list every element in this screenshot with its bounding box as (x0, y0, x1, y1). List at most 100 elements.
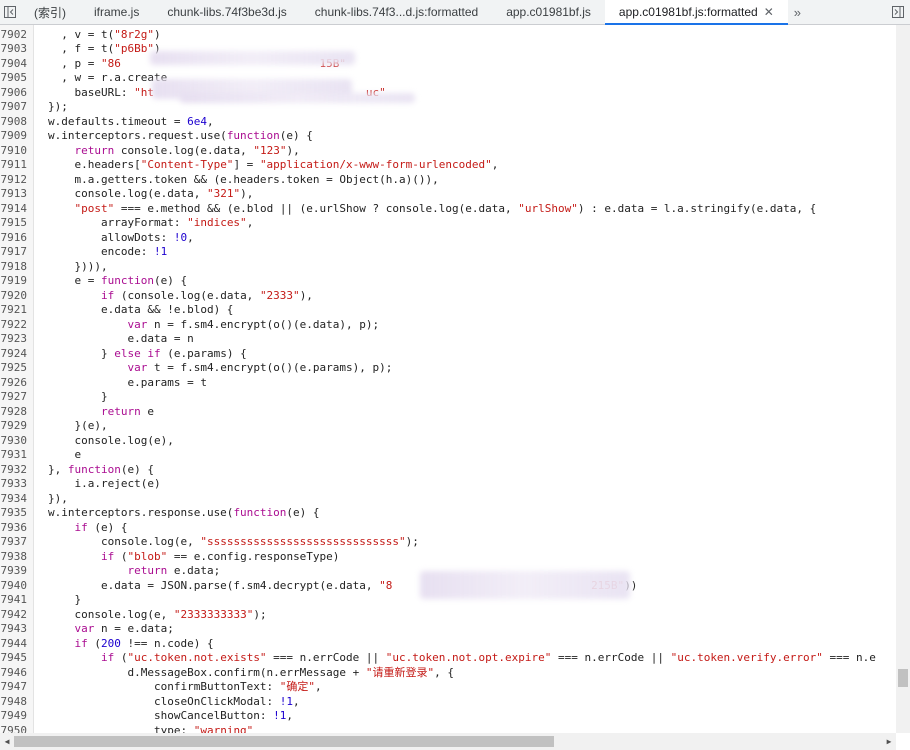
line-number[interactable]: 7945 (0, 651, 28, 666)
code-line[interactable]: 7946 d.MessageBox.confirm(n.errMessage +… (0, 666, 896, 681)
close-icon[interactable]: ✕ (764, 5, 774, 19)
code-line[interactable]: 7935 w.interceptors.response.use(function… (0, 506, 896, 521)
code-line[interactable]: 7931 e (0, 448, 896, 463)
code-line[interactable]: 7904 , p = "86 15B" (0, 57, 896, 72)
line-number[interactable]: 7919 (0, 274, 28, 289)
line-number[interactable]: 7931 (0, 448, 28, 463)
code-line[interactable]: 7926 e.params = t (0, 376, 896, 391)
line-number[interactable]: 7943 (0, 622, 28, 637)
line-number[interactable]: 7917 (0, 245, 28, 260)
line-number[interactable]: 7930 (0, 434, 28, 449)
line-number[interactable]: 7947 (0, 680, 28, 695)
code-line[interactable]: 7944 if (200 !== n.code) { (0, 637, 896, 652)
code-line[interactable]: 7932}, function(e) { (0, 463, 896, 478)
line-number[interactable]: 7911 (0, 158, 28, 173)
vertical-scroll-thumb[interactable] (898, 669, 908, 687)
line-number[interactable]: 7924 (0, 347, 28, 362)
line-number[interactable]: 7915 (0, 216, 28, 231)
tab-chunk-libs-js[interactable]: chunk-libs.74f3be3d.js (153, 0, 300, 24)
line-number[interactable]: 7933 (0, 477, 28, 492)
code-line[interactable]: 7919 e = function(e) { (0, 274, 896, 289)
line-number[interactable]: 7916 (0, 231, 28, 246)
tab-app-js-formatted[interactable]: app.c01981bf.js:formatted ✕ (604, 0, 788, 25)
code-line[interactable]: 7928 return e (0, 405, 896, 420)
line-number[interactable]: 7906 (0, 86, 28, 101)
line-number[interactable]: 7929 (0, 419, 28, 434)
line-number[interactable]: 7923 (0, 332, 28, 347)
line-number[interactable]: 7920 (0, 289, 28, 304)
code-line[interactable]: 7924 } else if (e.params) { (0, 347, 896, 362)
code-line[interactable]: 7945 if ("uc.token.not.exists" === n.err… (0, 651, 896, 666)
tab-iframe-js[interactable]: iframe.js (80, 0, 153, 24)
line-number[interactable]: 7912 (0, 173, 28, 188)
vertical-scrollbar[interactable] (896, 25, 910, 733)
code-line[interactable]: 7915 arrayFormat: "indices", (0, 216, 896, 231)
line-number[interactable]: 7918 (0, 260, 28, 275)
code-line[interactable]: 7937 console.log(e, "sssssssssssssssssss… (0, 535, 896, 550)
tab-app-js[interactable]: app.c01981bf.js (492, 0, 605, 24)
code-line[interactable]: 7905 , w = r.a.create (0, 71, 896, 86)
code-line[interactable]: 7913 console.log(e.data, "321"), (0, 187, 896, 202)
line-number[interactable]: 7913 (0, 187, 28, 202)
code-line[interactable]: 7942 console.log(e, "2333333333"); (0, 608, 896, 623)
navigator-toggle-button[interactable] (0, 0, 20, 24)
more-tabs-button[interactable]: » (788, 0, 807, 24)
line-number[interactable]: 7936 (0, 521, 28, 536)
code-line[interactable]: 7906 baseURL: "ht uc" (0, 86, 896, 101)
code-line[interactable]: 7909 w.interceptors.request.use(function(… (0, 129, 896, 144)
line-number[interactable]: 7927 (0, 390, 28, 405)
code-line[interactable]: 7930 console.log(e), (0, 434, 896, 449)
line-number[interactable]: 7932 (0, 463, 28, 478)
line-number[interactable]: 7949 (0, 709, 28, 724)
code-line[interactable]: 7934}), (0, 492, 896, 507)
code-line[interactable]: 7910 return console.log(e.data, "123"), (0, 144, 896, 159)
tab-chunk-libs-formatted[interactable]: chunk-libs.74f3...d.js:formatted (301, 0, 492, 24)
code-line[interactable]: 7947 confirmButtonText: "确定", (0, 680, 896, 695)
line-number[interactable]: 7944 (0, 637, 28, 652)
code-line[interactable]: 7903 , f = t("p6Bb") (0, 42, 896, 57)
line-number[interactable]: 7937 (0, 535, 28, 550)
line-number[interactable]: 7938 (0, 550, 28, 565)
line-number[interactable]: 7940 (0, 579, 28, 594)
line-number[interactable]: 7907 (0, 100, 28, 115)
code-line[interactable]: 7923 e.data = n (0, 332, 896, 347)
code-line[interactable]: 7917 encode: !1 (0, 245, 896, 260)
line-number[interactable]: 7941 (0, 593, 28, 608)
line-number[interactable]: 7908 (0, 115, 28, 130)
line-number[interactable]: 7922 (0, 318, 28, 333)
line-number[interactable]: 7926 (0, 376, 28, 391)
line-number[interactable]: 7903 (0, 42, 28, 57)
line-number[interactable]: 7946 (0, 666, 28, 681)
code-line[interactable]: 7908 w.defaults.timeout = 6e4, (0, 115, 896, 130)
code-editor[interactable]: 7902 , v = t("8r2g") 7903 , f = t("p6Bb")… (0, 25, 896, 733)
code-line[interactable]: 7929 }(e), (0, 419, 896, 434)
code-line[interactable]: 7912 m.a.getters.token && (e.headers.tok… (0, 173, 896, 188)
tab-index[interactable]: (索引) (20, 0, 80, 24)
line-number[interactable]: 7942 (0, 608, 28, 623)
scroll-right-icon[interactable]: ▶ (882, 733, 896, 750)
line-number[interactable]: 7909 (0, 129, 28, 144)
code-line[interactable]: 7916 allowDots: !0, (0, 231, 896, 246)
line-number[interactable]: 7934 (0, 492, 28, 507)
code-line[interactable]: 7938 if ("blob" == e.config.responseType… (0, 550, 896, 565)
horizontal-scrollbar[interactable]: ◀ ▶ (0, 733, 896, 750)
code-line[interactable]: 7943 var n = e.data; (0, 622, 896, 637)
horizontal-scroll-thumb[interactable] (14, 736, 554, 747)
code-line[interactable]: 7920 if (console.log(e.data, "2333"), (0, 289, 896, 304)
line-number[interactable]: 7948 (0, 695, 28, 710)
line-number[interactable]: 7950 (0, 724, 28, 734)
code-line[interactable]: 7907}); (0, 100, 896, 115)
debugger-toggle-button[interactable] (886, 0, 910, 24)
code-line[interactable]: 7911 e.headers["Content-Type"] = "applic… (0, 158, 896, 173)
code-line[interactable]: 7902 , v = t("8r2g") (0, 28, 896, 43)
line-number[interactable]: 7921 (0, 303, 28, 318)
code-line[interactable]: 7933 i.a.reject(e) (0, 477, 896, 492)
line-number[interactable]: 7914 (0, 202, 28, 217)
code-line[interactable]: 7927 } (0, 390, 896, 405)
code-line[interactable]: 7936 if (e) { (0, 521, 896, 536)
code-line[interactable]: 7949 showCancelButton: !1, (0, 709, 896, 724)
code-line[interactable]: 7922 var n = f.sm4.encrypt(o()(e.data), … (0, 318, 896, 333)
line-number[interactable]: 7939 (0, 564, 28, 579)
code-line[interactable]: 7914 "post" === e.method && (e.blod || (… (0, 202, 896, 217)
line-number[interactable]: 7910 (0, 144, 28, 159)
